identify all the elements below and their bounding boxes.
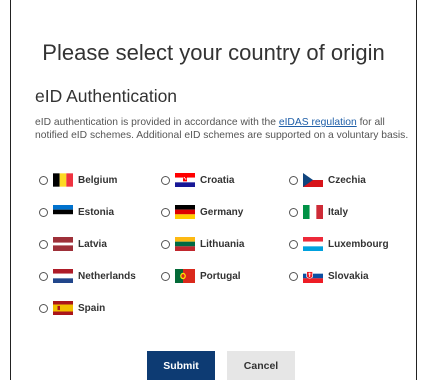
radio-button[interactable]: [39, 239, 48, 249]
radio-button[interactable]: [161, 239, 170, 249]
country-label: Germany: [200, 206, 244, 218]
country-option-lithuania[interactable]: Lithuania: [161, 236, 244, 252]
country-label: Portugal: [200, 270, 241, 282]
country-option-spain[interactable]: Spain: [39, 300, 105, 316]
luxembourg-flag-icon: [303, 237, 323, 251]
country-option-italy[interactable]: Italy: [289, 204, 348, 220]
submit-button[interactable]: Submit: [147, 351, 215, 380]
radio-button[interactable]: [161, 271, 170, 281]
page-title: Please select your country of origin: [42, 40, 385, 65]
lithuania-flag-icon: [175, 237, 195, 251]
country-option-czechia[interactable]: Czechia: [289, 172, 366, 188]
country-label: Slovakia: [328, 270, 369, 282]
country-label: Lithuania: [200, 238, 245, 250]
radio-button[interactable]: [289, 239, 298, 249]
country-option-latvia[interactable]: Latvia: [39, 236, 107, 252]
country-label: Croatia: [200, 174, 235, 186]
country-label: Czechia: [328, 174, 366, 186]
country-option-portugal[interactable]: Portugal: [161, 268, 241, 284]
radio-button[interactable]: [289, 207, 298, 217]
country-label: Estonia: [78, 206, 115, 218]
eidas-regulation-link[interactable]: eIDAS regulation: [279, 117, 357, 128]
country-option-croatia[interactable]: Croatia: [161, 172, 234, 188]
radio-button[interactable]: [39, 175, 48, 185]
country-option-luxembourg[interactable]: Luxembourg: [289, 236, 389, 252]
description-text: eID authentication is provided in accord…: [35, 116, 409, 142]
radio-button[interactable]: [289, 271, 298, 281]
description-before-link: eID authentication is provided in accord…: [35, 117, 279, 128]
country-option-netherlands[interactable]: Netherlands: [39, 268, 136, 284]
section-title: eID Authentication: [35, 86, 178, 106]
radio-button[interactable]: [161, 175, 170, 185]
slovakia-flag-icon: [303, 269, 323, 283]
latvia-flag-icon: [53, 237, 73, 251]
country-option-slovakia[interactable]: Slovakia: [289, 268, 369, 284]
country-option-estonia[interactable]: Estonia: [39, 204, 114, 220]
country-label: Belgium: [78, 174, 118, 186]
czechia-flag-icon: [303, 173, 323, 187]
radio-button[interactable]: [39, 207, 48, 217]
radio-button[interactable]: [289, 175, 298, 185]
radio-button[interactable]: [39, 271, 48, 281]
country-option-germany[interactable]: Germany: [161, 204, 243, 220]
country-label: Latvia: [78, 238, 107, 250]
cancel-button[interactable]: Cancel: [227, 351, 295, 380]
croatia-flag-icon: [175, 173, 195, 187]
estonia-flag-icon: [53, 205, 73, 219]
italy-flag-icon: [303, 205, 323, 219]
belgium-flag-icon: [53, 173, 73, 187]
radio-button[interactable]: [39, 303, 48, 313]
country-label: Spain: [78, 302, 106, 314]
country-label: Luxembourg: [328, 238, 389, 250]
dialog-frame: Please select your country of origin eID…: [10, 0, 417, 380]
netherlands-flag-icon: [53, 269, 73, 283]
germany-flag-icon: [175, 205, 195, 219]
country-label: Netherlands: [78, 270, 136, 282]
spain-flag-icon: [53, 301, 73, 315]
portugal-flag-icon: [175, 269, 195, 283]
radio-button[interactable]: [161, 207, 170, 217]
country-label: Italy: [328, 206, 349, 218]
country-option-belgium[interactable]: Belgium: [39, 172, 117, 188]
